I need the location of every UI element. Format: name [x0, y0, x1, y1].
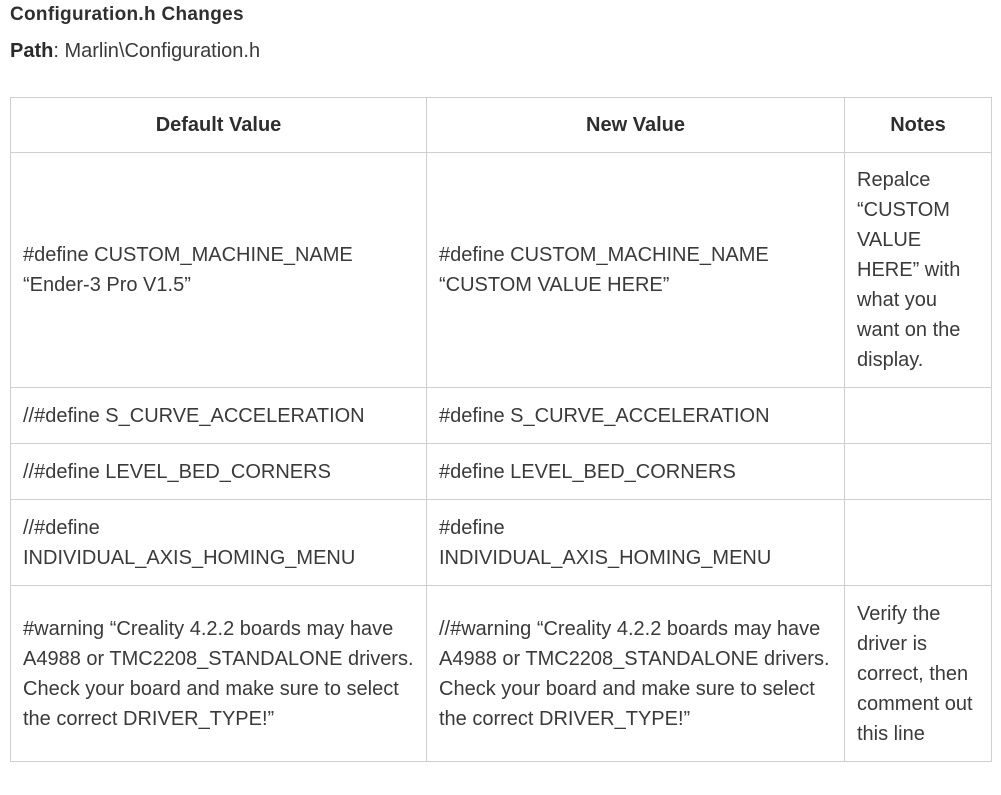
default-value-cell: #define CUSTOM_MACHINE_NAME “Ender-3 Pro…	[10, 152, 427, 388]
default-value-cell: //#define S_CURVE_ACCELERATION	[10, 387, 427, 444]
new-value-cell: #define INDIVIDUAL_AXIS_HOMING_MENU	[426, 499, 845, 586]
path-value: : Marlin\Configuration.h	[53, 40, 261, 62]
path-label: Path	[10, 40, 54, 62]
table-row: //#define LEVEL_BED_CORNERS #define LEVE…	[10, 443, 992, 500]
notes-cell	[844, 499, 992, 586]
column-header-notes: Notes	[844, 97, 992, 153]
section-heading: Configuration.h Changes	[10, 4, 244, 25]
new-value-cell: //#warning “Creality 4.2.2 boards may ha…	[426, 585, 845, 762]
notes-cell	[844, 443, 992, 500]
table-row: //#define S_CURVE_ACCELERATION #define S…	[10, 387, 992, 444]
default-value-cell: //#define INDIVIDUAL_AXIS_HOMING_MENU	[10, 499, 427, 586]
new-value-cell: #define CUSTOM_MACHINE_NAME “CUSTOM VALU…	[426, 152, 845, 388]
notes-cell	[844, 387, 992, 444]
default-value-cell: #warning “Creality 4.2.2 boards may have…	[10, 585, 427, 762]
column-header-default: Default Value	[10, 97, 427, 153]
config-changes-table: Default Value New Value Notes #define CU…	[10, 97, 992, 762]
new-value-cell: #define LEVEL_BED_CORNERS	[426, 443, 845, 500]
table-row: #define CUSTOM_MACHINE_NAME “Ender-3 Pro…	[10, 152, 992, 388]
new-value-cell: #define S_CURVE_ACCELERATION	[426, 387, 845, 444]
column-header-new: New Value	[426, 97, 845, 153]
file-path: Path: Marlin\Configuration.h	[10, 40, 260, 63]
notes-cell: Repalce “CUSTOM VALUE HERE” with what yo…	[844, 152, 992, 388]
notes-cell: Verify the driver is correct, then comme…	[844, 585, 992, 762]
default-value-cell: //#define LEVEL_BED_CORNERS	[10, 443, 427, 500]
table-row: //#define INDIVIDUAL_AXIS_HOMING_MENU #d…	[10, 499, 992, 586]
table-header-row: Default Value New Value Notes	[10, 97, 992, 153]
table-row: #warning “Creality 4.2.2 boards may have…	[10, 585, 992, 762]
